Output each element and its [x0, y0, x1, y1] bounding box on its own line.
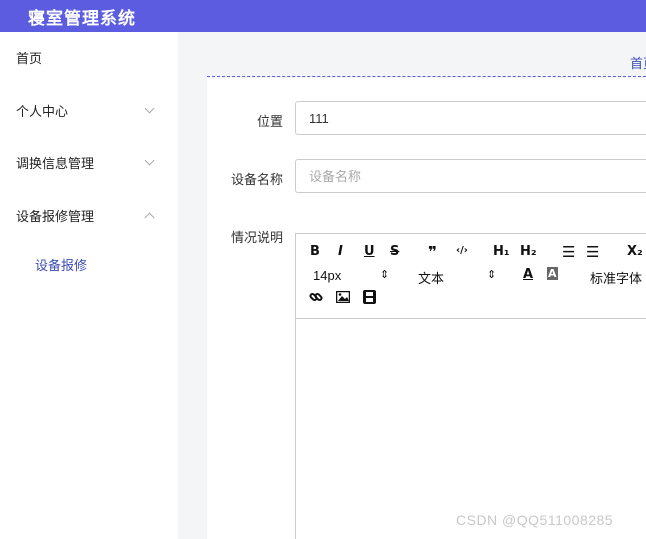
chevron-updown-icon: ⇕ [487, 269, 497, 281]
editor-content-area[interactable] [296, 319, 646, 539]
sidebar-item-home[interactable]: 首页 [0, 32, 178, 84]
sidebar-item-label: 个人中心 [16, 104, 69, 119]
chevron-up-icon [144, 212, 155, 223]
sidebar-item-label: 首页 [16, 51, 43, 66]
video-icon[interactable] [363, 290, 376, 307]
device-name-input[interactable] [295, 159, 646, 193]
app-title: 寝室管理系统 [28, 9, 136, 28]
chevron-down-icon [144, 103, 155, 114]
code-button[interactable]: ‹/› [456, 245, 468, 256]
link-icon[interactable] [309, 290, 323, 307]
content-gutter [178, 32, 207, 539]
heading-2-button[interactable]: H₂ [520, 244, 537, 259]
text-type-select[interactable]: 文本 [418, 268, 444, 287]
breadcrumb[interactable]: 首页 [630, 53, 646, 72]
font-color-button[interactable]: A [523, 267, 533, 282]
sidebar-item-repair-management[interactable]: 设备报修管理 [0, 191, 178, 243]
breadcrumb-divider [207, 76, 646, 77]
editor-toolbar: B I U S ❞ ‹/› H₁ H₂ ☰ ☰ X₂ 14px ⇕ 文本 ⇕ A… [296, 234, 646, 319]
chevron-down-icon [144, 155, 155, 166]
background-color-button[interactable]: A [547, 267, 558, 280]
bold-button[interactable]: B [310, 244, 320, 259]
ordered-list-button[interactable]: ☰ [562, 243, 575, 261]
quote-button[interactable]: ❞ [428, 243, 437, 261]
chevron-updown-icon: ⇕ [380, 269, 390, 281]
breadcrumb-bar [207, 32, 646, 78]
underline-button[interactable]: U [364, 244, 375, 259]
font-family-select[interactable]: 标准字体 [590, 268, 642, 287]
image-icon[interactable] [335, 290, 351, 306]
device-name-label: 设备名称 [230, 172, 283, 187]
strikethrough-button[interactable]: S [390, 244, 399, 259]
watermark-text: CSDN @QQ511008285 [456, 512, 614, 528]
location-label: 位置 [256, 114, 283, 129]
location-input[interactable] [295, 101, 646, 135]
rich-text-editor: B I U S ❞ ‹/› H₁ H₂ ☰ ☰ X₂ 14px ⇕ 文本 ⇕ A… [295, 233, 646, 539]
sidebar-item-swap-info[interactable]: 调换信息管理 [0, 138, 178, 190]
italic-button[interactable]: I [338, 244, 343, 259]
bullet-list-button[interactable]: ☰ [586, 243, 599, 261]
sidebar-item-label: 设备报修管理 [16, 209, 95, 224]
subscript-button[interactable]: X₂ [627, 244, 643, 259]
sidebar-item-label: 调换信息管理 [16, 156, 95, 171]
submenu-item-label: 设备报修 [35, 258, 88, 273]
description-label: 情况说明 [230, 230, 283, 245]
submenu-item-device-repair[interactable]: 设备报修 [0, 246, 178, 286]
sidebar: 首页 个人中心 调换信息管理 设备报修管理 设备报修 [0, 32, 178, 539]
top-header-bar: 寝室管理系统 [0, 0, 646, 32]
sidebar-item-personal-center[interactable]: 个人中心 [0, 86, 178, 138]
font-size-select[interactable]: 14px [313, 268, 341, 283]
heading-1-button[interactable]: H₁ [493, 244, 510, 259]
